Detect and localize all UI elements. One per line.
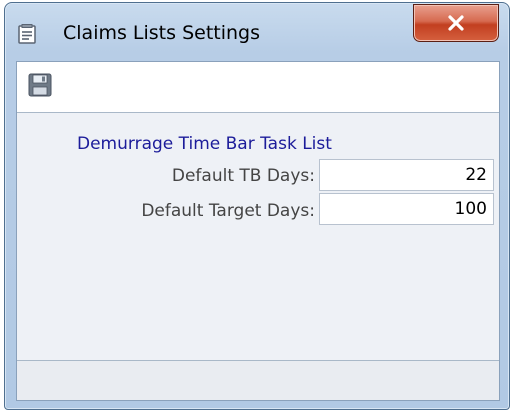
- default-target-days-input[interactable]: [319, 193, 494, 225]
- default-tb-days-label: Default TB Days:: [171, 166, 315, 186]
- save-icon[interactable]: [27, 72, 53, 98]
- document-list-icon: [17, 23, 39, 45]
- section-title: Demurrage Time Bar Task List: [77, 134, 332, 154]
- status-bar: [17, 360, 499, 400]
- default-tb-days-input[interactable]: [319, 159, 494, 191]
- default-target-days-label: Default Target Days:: [141, 201, 315, 221]
- dialog-content: Demurrage Time Bar Task List Default TB …: [16, 61, 500, 401]
- title-bar[interactable]: Claims Lists Settings: [5, 3, 509, 61]
- close-icon: [447, 14, 465, 32]
- window-title: Claims Lists Settings: [63, 22, 260, 44]
- toolbar: [17, 62, 499, 113]
- close-button[interactable]: [413, 4, 499, 42]
- settings-dialog: Claims Lists Settings Demurrage Time Bar…: [4, 2, 510, 410]
